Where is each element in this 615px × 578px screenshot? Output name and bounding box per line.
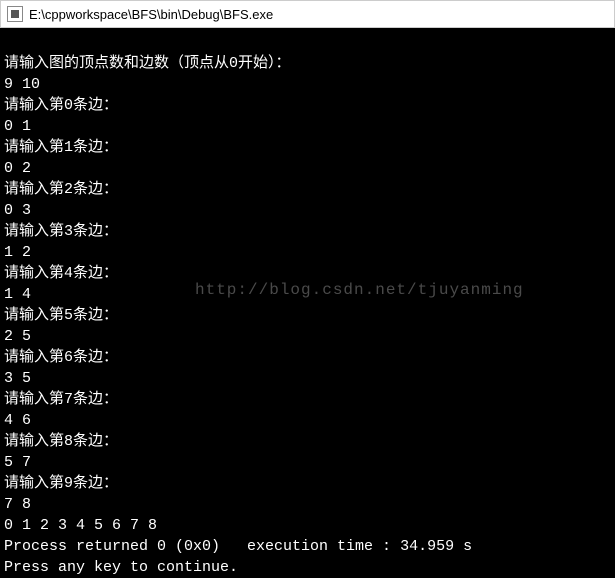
- console-line: 0 2: [4, 160, 31, 177]
- console-line: 0 1 2 3 4 5 6 7 8: [4, 517, 157, 534]
- console-line: 9 10: [4, 76, 40, 93]
- console-line: 请输入第4条边：: [4, 265, 118, 282]
- console-line: 2 5: [4, 328, 31, 345]
- console-line: 请输入第5条边：: [4, 307, 118, 324]
- watermark-text: http://blog.csdn.net/tjuyanming: [195, 280, 524, 301]
- console-line: Press any key to continue.: [4, 559, 238, 576]
- console-line: 请输入第0条边：: [4, 97, 118, 114]
- app-icon: [7, 6, 23, 22]
- console-line: 请输入第3条边：: [4, 223, 118, 240]
- console-line: 请输入第2条边：: [4, 181, 118, 198]
- console-line: 7 8: [4, 496, 31, 513]
- console-line: 请输入第8条边：: [4, 433, 118, 450]
- console-line: Process returned 0 (0x0) execution time …: [4, 538, 472, 555]
- console-line: 0 1: [4, 118, 31, 135]
- console-line: 1 4: [4, 286, 31, 303]
- console-line: 0 3: [4, 202, 31, 219]
- console-line: 请输入第6条边：: [4, 349, 118, 366]
- window-title: E:\cppworkspace\BFS\bin\Debug\BFS.exe: [29, 7, 273, 22]
- console-output[interactable]: 请输入图的顶点数和边数（顶点从0开始）： 9 10 请输入第0条边： 0 1 请…: [0, 28, 615, 538]
- console-line: 5 7: [4, 454, 31, 471]
- title-bar[interactable]: E:\cppworkspace\BFS\bin\Debug\BFS.exe: [0, 0, 615, 28]
- console-line: 4 6: [4, 412, 31, 429]
- console-line: 请输入第1条边：: [4, 139, 118, 156]
- console-line: 3 5: [4, 370, 31, 387]
- console-line: 请输入图的顶点数和边数（顶点从0开始）：: [4, 55, 291, 72]
- console-line: 请输入第7条边：: [4, 391, 118, 408]
- console-line: 请输入第9条边：: [4, 475, 118, 492]
- console-line: 1 2: [4, 244, 31, 261]
